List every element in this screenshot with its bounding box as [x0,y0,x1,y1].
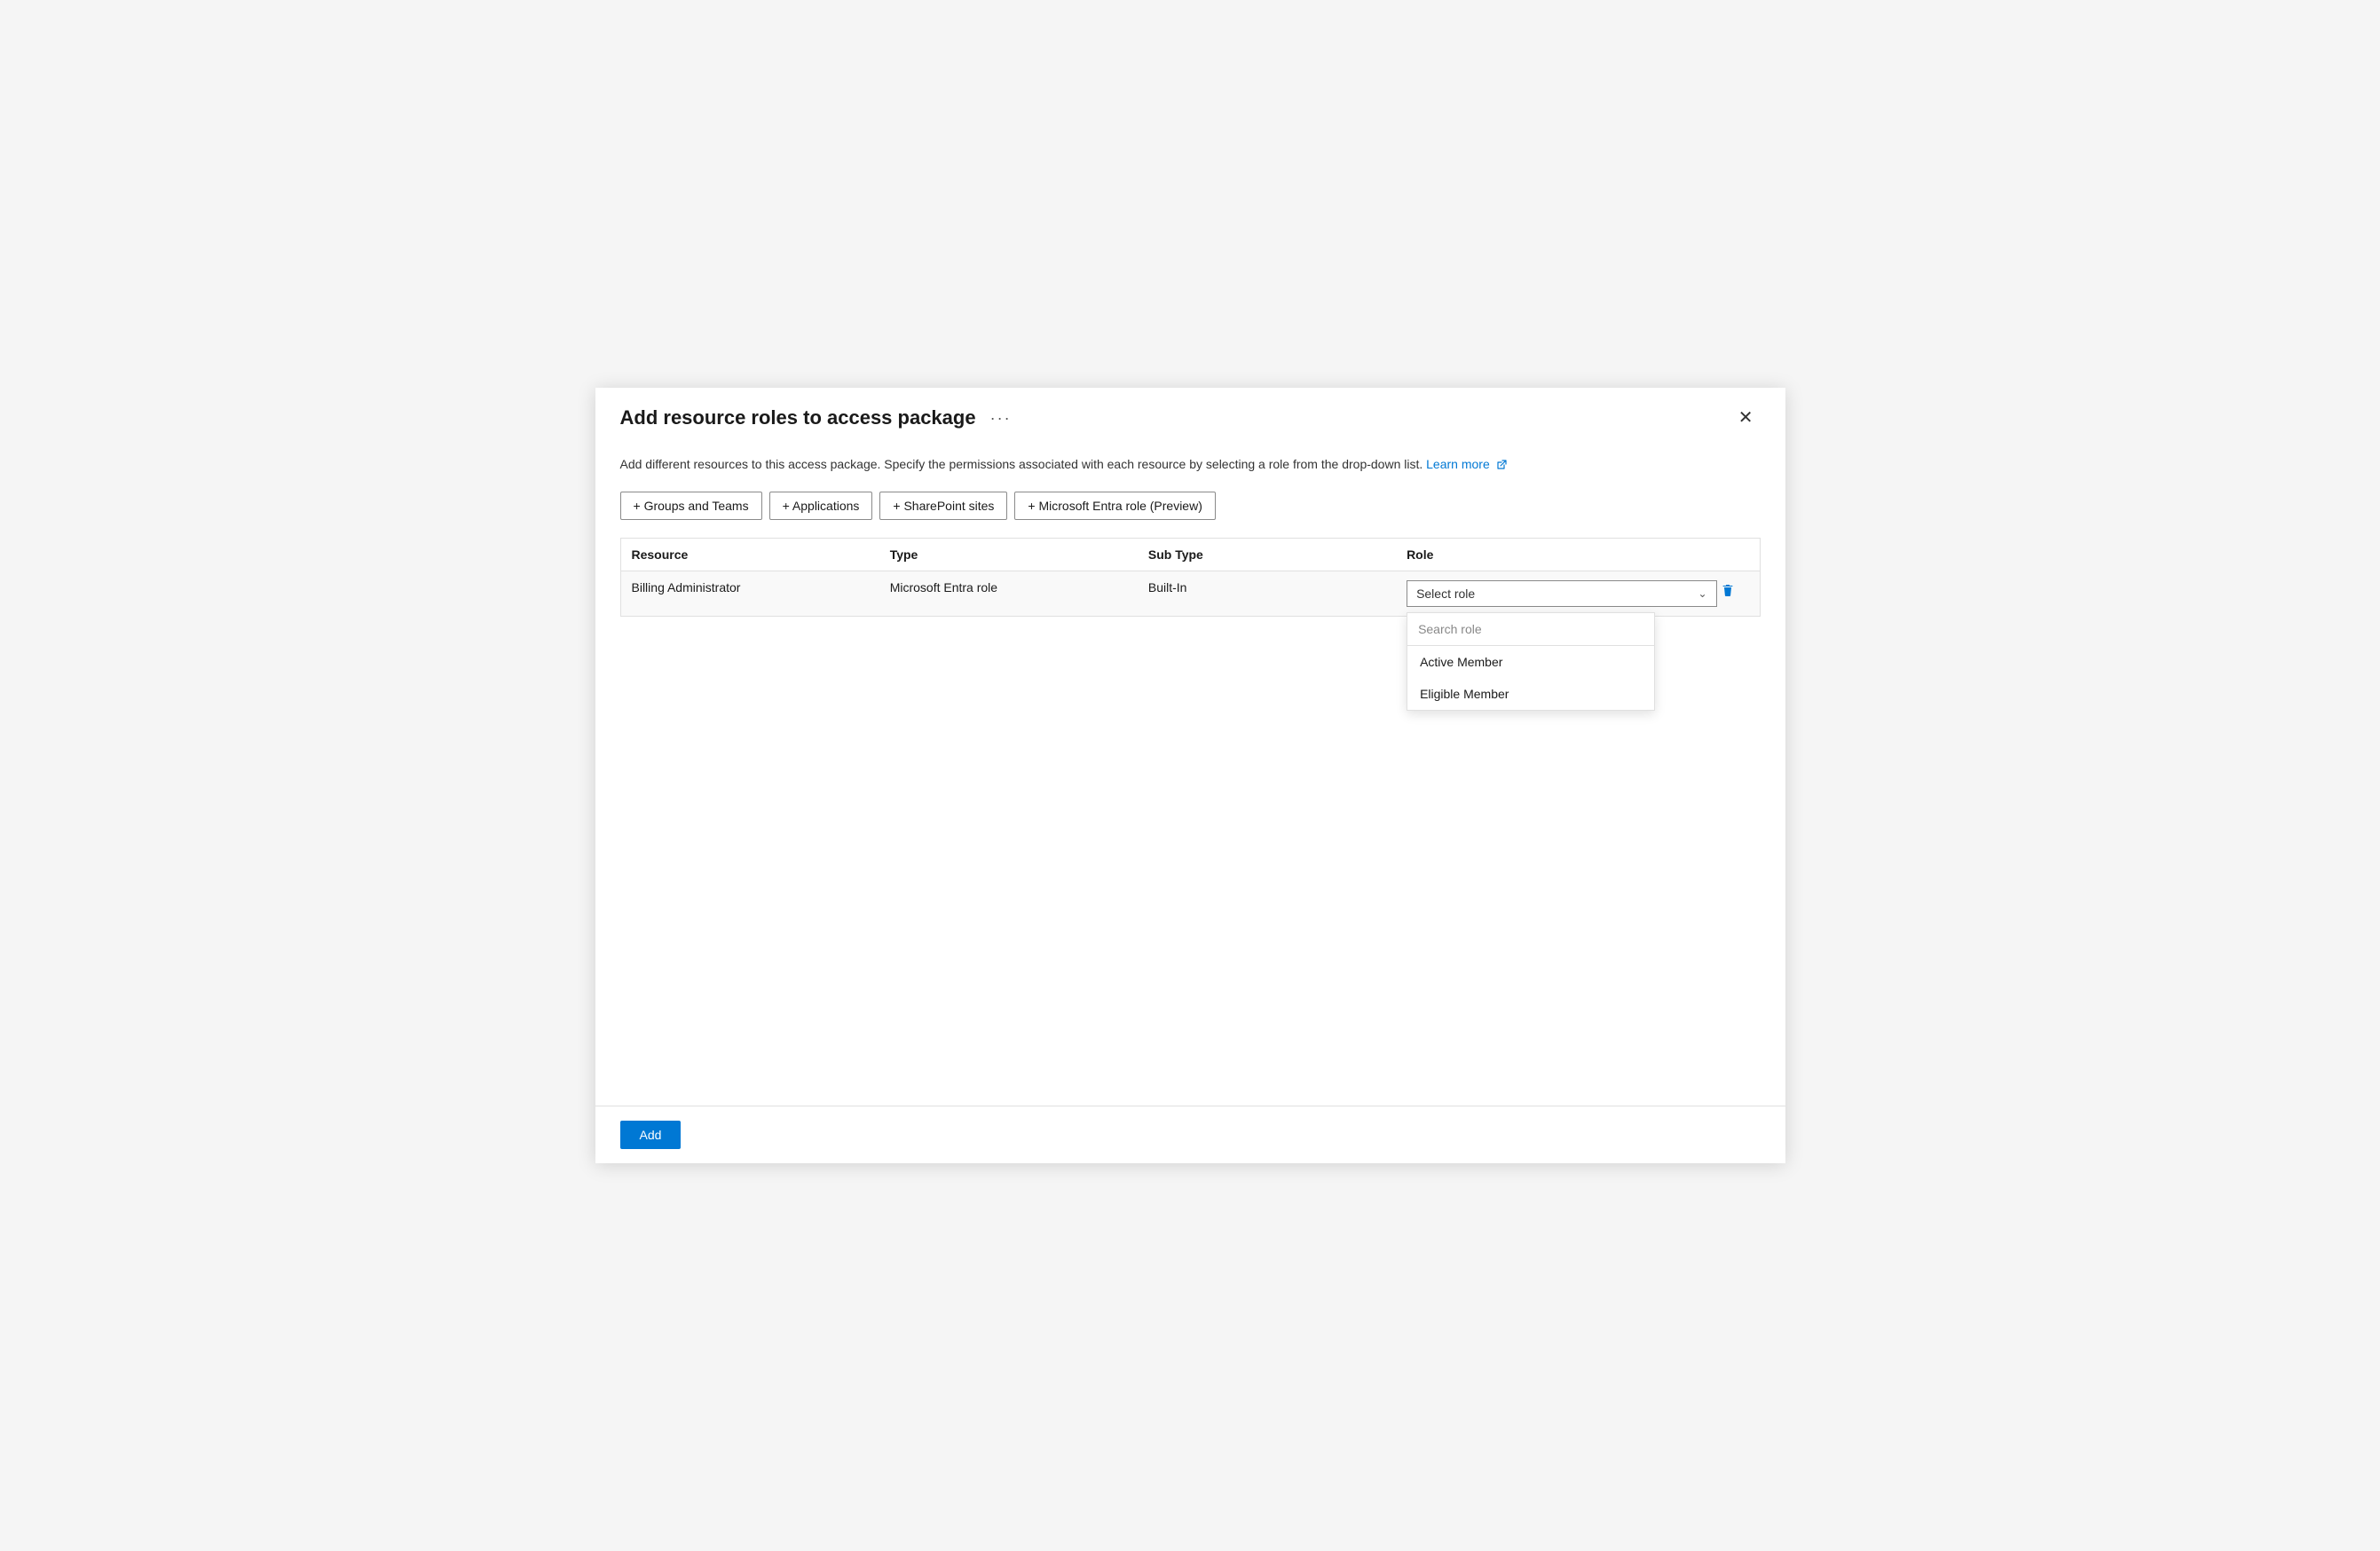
cell-sub-type: Built-In [1148,580,1407,594]
select-role-label: Select role [1416,587,1475,601]
sharepoint-sites-button[interactable]: + SharePoint sites [879,492,1007,520]
microsoft-entra-role-button[interactable]: + Microsoft Entra role (Preview) [1014,492,1215,520]
dropdown-item-active-member[interactable]: Active Member [1407,646,1654,678]
header-type: Type [890,547,1148,562]
dialog-footer: Add [595,1106,1785,1163]
header-sub-type: Sub Type [1148,547,1407,562]
applications-button[interactable]: + Applications [769,492,873,520]
description-text: Add different resources to this access p… [620,455,1761,474]
header-resource: Resource [632,547,890,562]
cell-resource: Billing Administrator [632,580,890,594]
select-role-button[interactable]: Select role ⌄ [1407,580,1716,607]
close-button[interactable]: ✕ [1731,405,1761,430]
header-actions [1717,547,1749,562]
table-row: Billing Administrator Microsoft Entra ro… [621,571,1760,617]
dialog-header: Add resource roles to access package ···… [595,388,1785,445]
chevron-down-icon: ⌄ [1698,587,1706,600]
cell-type: Microsoft Entra role [890,580,1148,594]
cell-role: Select role ⌄ Active Member Eligible Mem… [1407,580,1716,607]
add-button[interactable]: Add [620,1121,682,1149]
trash-icon [1721,584,1735,598]
table-header: Resource Type Sub Type Role [621,539,1760,571]
dialog-title-row: Add resource roles to access package ··· [620,406,1017,429]
resource-table: Resource Type Sub Type Role Billing Admi… [620,538,1761,617]
search-role-input[interactable] [1407,613,1654,646]
header-role: Role [1407,547,1716,562]
resource-type-buttons: + Groups and Teams + Applications + Shar… [620,492,1761,520]
external-link-icon [1496,460,1507,470]
dropdown-item-eligible-member[interactable]: Eligible Member [1407,678,1654,710]
ellipsis-button[interactable]: ··· [985,407,1017,429]
add-resource-roles-dialog: Add resource roles to access package ···… [595,388,1785,1163]
learn-more-link[interactable]: Learn more [1426,457,1506,471]
role-dropdown-menu: Active Member Eligible Member [1407,612,1655,711]
groups-and-teams-button[interactable]: + Groups and Teams [620,492,762,520]
cell-delete [1717,580,1749,602]
delete-row-button[interactable] [1717,580,1738,602]
dialog-title: Add resource roles to access package [620,406,976,429]
dialog-body: Add different resources to this access p… [595,445,1785,1106]
